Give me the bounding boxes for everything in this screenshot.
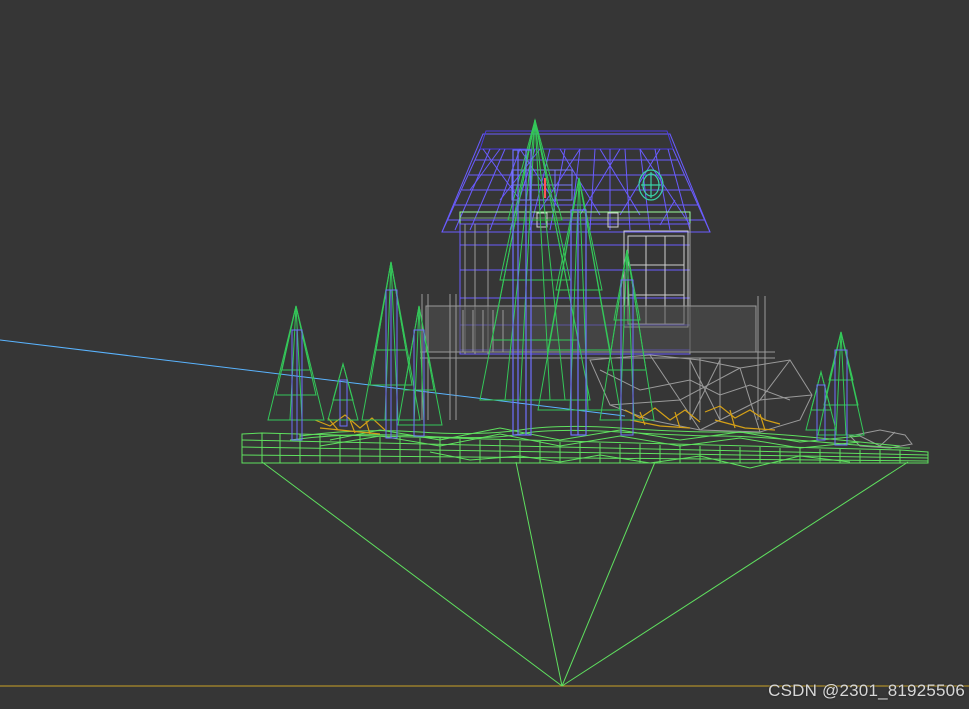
- tree-1: [267, 305, 325, 421]
- house-round-window: [638, 169, 664, 201]
- terrain-projection-lines: [261, 461, 909, 687]
- tree-2: [327, 362, 359, 421]
- house-roof: [441, 130, 711, 233]
- tree-wireframes: [267, 118, 865, 446]
- watermark-text: CSDN @2301_81925506: [768, 681, 965, 700]
- house-deck: [420, 294, 775, 421]
- 3d-viewport[interactable]: CSDN @2301_81925506: [0, 0, 969, 709]
- wireframe-scene: [0, 118, 969, 687]
